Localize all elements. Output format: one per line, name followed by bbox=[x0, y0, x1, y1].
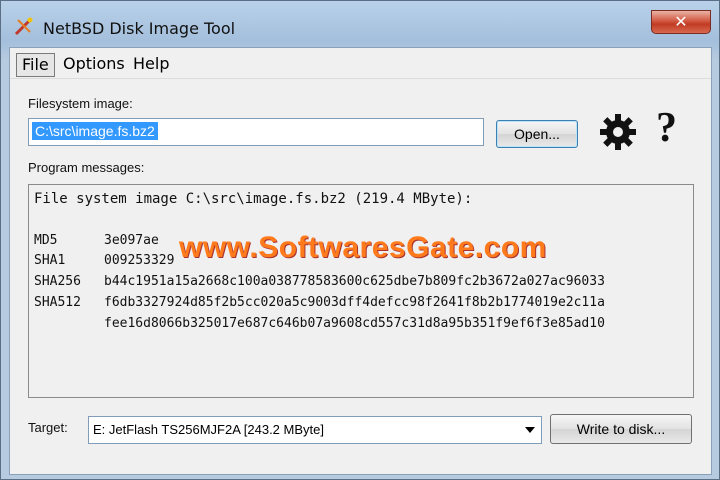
window-title: NetBSD Disk Image Tool bbox=[43, 19, 236, 38]
target-dropdown-value: E: JetFlash TS256MJF2A [243.2 MByte] bbox=[93, 422, 324, 437]
app-window: NetBSD Disk Image Tool ✕ File Options He… bbox=[0, 0, 720, 480]
hash-label-sha256: SHA256 bbox=[34, 274, 81, 289]
close-button[interactable]: ✕ bbox=[651, 10, 711, 34]
hash-value-sha1: 009253329 bbox=[104, 253, 175, 268]
menu-file[interactable]: File bbox=[16, 53, 55, 77]
watermark-text: www.SoftwaresGate.com bbox=[179, 231, 547, 264]
write-to-disk-button[interactable]: Write to disk... bbox=[550, 414, 692, 444]
menu-bar: File Options Help bbox=[10, 48, 711, 79]
menu-help[interactable]: Help bbox=[128, 53, 174, 75]
menu-options[interactable]: Options bbox=[58, 53, 130, 75]
messages-panel[interactable]: File system image C:\src\image.fs.bz2 (2… bbox=[28, 184, 694, 398]
hash-label-md5: MD5 bbox=[34, 233, 58, 248]
open-button[interactable]: Open... bbox=[496, 120, 578, 148]
filesystem-label: Filesystem image: bbox=[28, 96, 133, 111]
hash-value-sha512-continued: fee16d8066b325017e687c646b07a9608cd557c3… bbox=[104, 316, 605, 331]
target-label: Target: bbox=[28, 420, 68, 435]
client-area: File Options Help Filesystem image: C:\s… bbox=[9, 47, 712, 475]
messages-label: Program messages: bbox=[28, 160, 145, 175]
filesystem-input[interactable]: C:\src\image.fs.bz2 bbox=[28, 118, 484, 146]
disk-tool-icon bbox=[14, 17, 33, 36]
gear-icon[interactable] bbox=[598, 112, 638, 152]
hash-label-sha1: SHA1 bbox=[34, 253, 66, 268]
target-dropdown[interactable]: E: JetFlash TS256MJF2A [243.2 MByte] bbox=[88, 416, 542, 444]
hash-value-sha256: b44c1951a15a2668c100a038778583600c625dbe… bbox=[104, 274, 605, 289]
filesystem-input-value: C:\src\image.fs.bz2 bbox=[32, 122, 158, 140]
hash-value-md5: 3e097ae bbox=[104, 233, 159, 248]
hash-label-sha512: SHA512 bbox=[34, 295, 81, 310]
hash-value-sha512: f6db3327924d85f2b5cc020a5c9003dff4defcc9… bbox=[104, 295, 605, 310]
title-bar[interactable]: NetBSD Disk Image Tool ✕ bbox=[1, 1, 719, 47]
help-question-icon[interactable]: ? bbox=[656, 104, 677, 152]
messages-header: File system image C:\src\image.fs.bz2 (2… bbox=[34, 191, 473, 207]
chevron-down-icon[interactable] bbox=[525, 427, 535, 433]
